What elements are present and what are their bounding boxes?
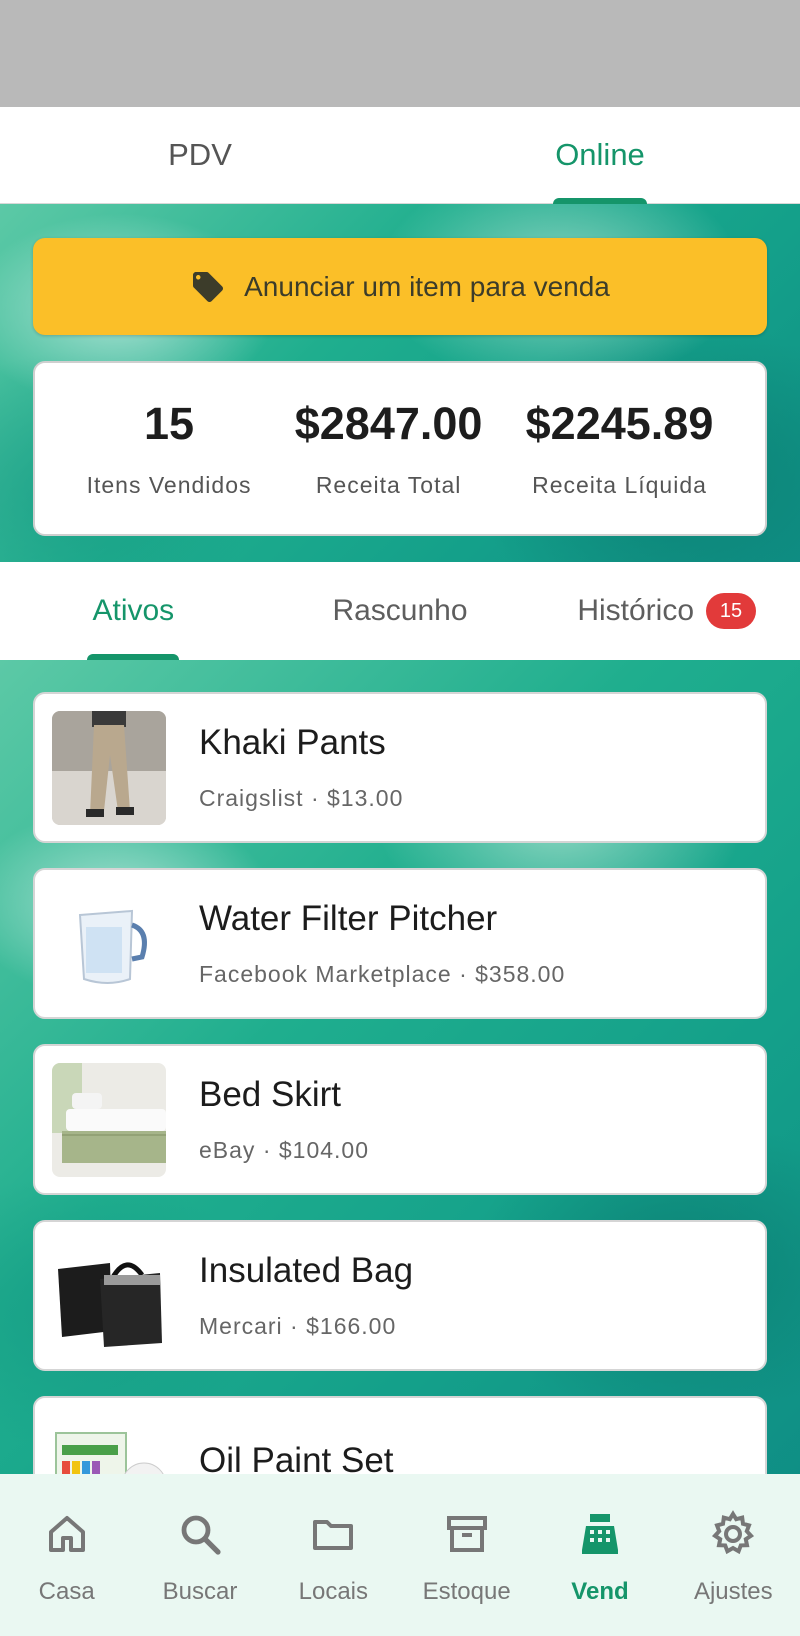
product-thumbnail [52,1062,166,1177]
tab-pdv-label: PDV [168,137,232,172]
nav-buscar[interactable]: Buscar [133,1474,266,1636]
listing-title: Oil Paint Set [199,1440,394,1475]
stat-value: 15 [144,398,195,449]
nav-locais[interactable]: Locais [267,1474,400,1636]
nav-estoque[interactable]: Estoque [400,1474,533,1636]
nav-vend[interactable]: Vend [533,1474,666,1636]
tab-online[interactable]: Online [400,107,800,204]
stat-net-revenue: $2245.89 Receita Líquida [526,398,714,499]
stat-items-sold: 15 Itens Vendidos [87,398,252,499]
stat-label: Receita Total [315,472,462,498]
listing-subtitle: Craigslist · $13.00 [199,785,404,811]
search-icon [181,1515,221,1555]
tab-ativos-label: Ativos [92,594,175,627]
tab-rascunho[interactable]: Rascunho [267,562,534,660]
tab-pdv[interactable]: PDV [0,107,400,203]
tab-historico[interactable]: Histórico 15 [533,562,800,660]
product-thumbnail [52,1238,166,1353]
list-item[interactable]: Oil Paint Set [33,1396,767,1474]
listing-subtitle: Facebook Marketplace · $358.00 [199,961,566,987]
nav-label: Estoque [422,1578,511,1605]
stat-label: Receita Líquida [532,472,707,498]
listing-title: Bed Skirt [199,1075,341,1114]
nav-label: Buscar [162,1578,238,1605]
listing-title: Khaki Pants [199,723,386,762]
status-bar [0,0,800,107]
list-item[interactable]: Insulated Bag Mercari · $166.00 [33,1220,767,1371]
listing-subtitle: Mercari · $166.00 [199,1313,397,1339]
stat-value: $2847.00 [294,398,483,449]
list-item[interactable]: Bed Skirt eBay · $104.00 [33,1044,767,1195]
stat-value: $2245.89 [525,398,714,449]
list-item-for-sale-button[interactable]: Anunciar um item para venda [33,238,767,335]
folder-icon [313,1520,354,1550]
stat-total-revenue: $2847.00 Receita Total [295,398,483,499]
listing-subtitle: eBay · $104.00 [199,1137,370,1163]
nav-ajustes[interactable]: Ajustes [667,1474,800,1636]
list-item[interactable]: Water Filter Pitcher Facebook Marketplac… [33,868,767,1019]
product-thumbnail [52,1414,166,1474]
stat-label: Itens Vendidos [86,472,252,498]
listing-tab-bar: Ativos Rascunho Histórico 15 [0,562,800,660]
tab-rascunho-label: Rascunho [332,594,468,627]
nav-casa[interactable]: Casa [0,1474,133,1636]
home-icon [48,1516,85,1552]
nav-label: Vend [571,1578,629,1605]
listing-title: Insulated Bag [199,1251,414,1290]
bottom-navigation: Casa Buscar Locais Estoque Vend Ajustes [0,1474,800,1636]
history-count-badge: 15 [706,593,757,629]
top-tab-bar: PDV Online [0,107,800,204]
gear-icon [712,1510,755,1555]
cash-register-icon [581,1514,618,1554]
tab-historico-label: Histórico [577,594,695,627]
tab-online-label: Online [555,137,645,172]
nav-label: Casa [38,1578,95,1605]
list-item[interactable]: Khaki Pants Craigslist · $13.00 [33,692,767,843]
listing-title: Water Filter Pitcher [199,899,498,938]
listing-list: Khaki Pants Craigslist · $13.00 Water Fi… [33,692,767,1474]
tag-icon [193,271,224,302]
tab-ativos[interactable]: Ativos [0,562,267,660]
product-thumbnail [52,886,166,1001]
archive-icon [446,1516,487,1552]
nav-label: Locais [298,1578,368,1605]
sales-stats-card: 15 Itens Vendidos $2847.00 Receita Total… [33,361,767,536]
sell-button-label: Anunciar um item para venda [244,270,610,302]
product-thumbnail [52,710,166,825]
nav-label: Ajustes [693,1578,773,1605]
